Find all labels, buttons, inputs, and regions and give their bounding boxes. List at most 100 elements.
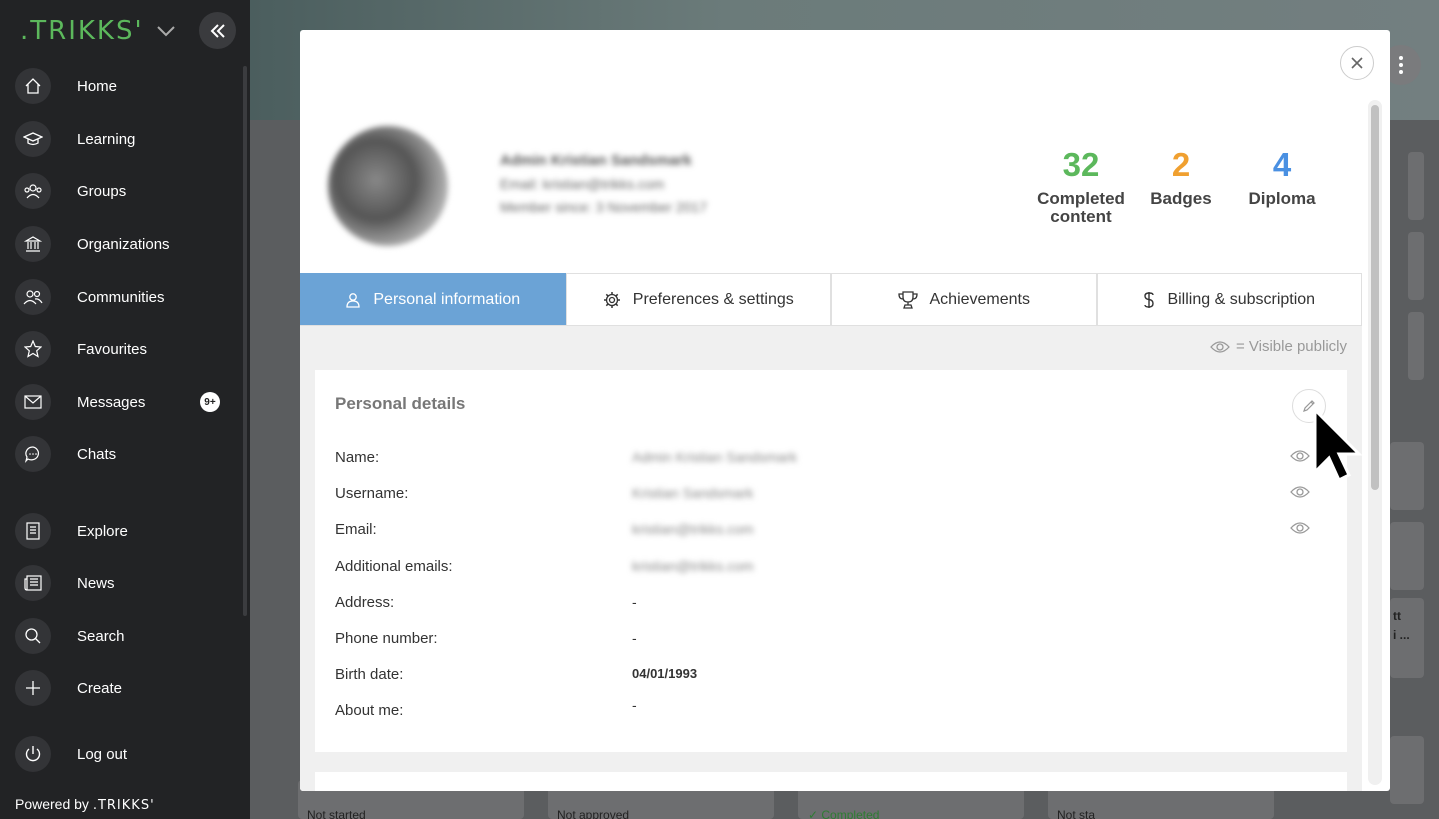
chat-bubble-icon xyxy=(15,436,51,472)
search-icon xyxy=(15,618,51,654)
tab-personal-information[interactable]: Personal information xyxy=(300,273,566,325)
profile-name: Admin Kristian Sandsmark xyxy=(500,152,692,169)
graduation-cap-icon xyxy=(15,121,51,157)
detail-value: - xyxy=(632,630,637,646)
trophy-icon xyxy=(897,290,918,309)
status-text: ✓ Completed xyxy=(808,808,880,819)
sidebar-item-create[interactable]: Create xyxy=(0,668,250,708)
stat-label: Badges xyxy=(1150,189,1212,208)
sidebar-item-label: Learning xyxy=(77,130,136,148)
sidebar-item-communities[interactable]: Communities xyxy=(0,277,250,317)
detail-row-additional-emails: Additional emails: kristian@trikks.com xyxy=(335,558,1335,578)
detail-row-address: Address: - xyxy=(335,594,1335,614)
sidebar-item-label: Favourites xyxy=(77,340,148,358)
background-card xyxy=(1408,312,1424,380)
detail-row-email: Email: kristian@trikks.com xyxy=(335,521,1335,541)
modal-scrollbar[interactable] xyxy=(1368,100,1382,785)
sidebar-item-label: Create xyxy=(77,679,123,697)
detail-value: kristian@trikks.com xyxy=(632,558,754,574)
detail-row-phone-number: Phone number: - xyxy=(335,630,1335,650)
sidebar-item-messages[interactable]: Messages 9+ xyxy=(0,382,250,422)
collapse-sidebar-button[interactable] xyxy=(199,12,236,49)
newspaper-icon xyxy=(15,565,51,601)
sidebar-item-label: Explore xyxy=(77,522,128,540)
sidebar-item-favourites[interactable]: Favourites xyxy=(0,329,250,369)
eye-icon[interactable] xyxy=(1290,485,1310,503)
sidebar-item-label: Messages xyxy=(77,393,146,411)
communities-icon xyxy=(15,279,51,315)
trikks-logo[interactable]: .TRIKKS' xyxy=(20,16,144,46)
background-card xyxy=(1390,522,1424,590)
detail-label: Phone number: xyxy=(335,630,438,647)
sidebar-item-organizations[interactable]: Organizations xyxy=(0,224,250,264)
detail-value: - xyxy=(632,594,637,610)
trikks-small-logo[interactable]: .TRIKKS' xyxy=(93,798,155,813)
tab-achievements[interactable]: Achievements xyxy=(831,273,1097,325)
sidebar-item-explore[interactable]: Explore xyxy=(0,511,250,551)
personal-details-panel: Personal details Name: Admin Kristian Sa… xyxy=(315,370,1347,752)
detail-value: Kristian Sandsmark xyxy=(632,485,754,501)
profile-member-since: Member since: 3 November 2017 xyxy=(500,199,707,215)
close-icon xyxy=(1351,57,1363,69)
detail-value: Admin Kristian Sandsmark xyxy=(632,449,797,465)
sidebar-item-label: Log out xyxy=(77,745,128,763)
sidebar-item-search[interactable]: Search xyxy=(0,616,250,656)
sidebar-item-news[interactable]: News xyxy=(0,563,250,603)
sidebar-item-home[interactable]: Home xyxy=(0,66,250,106)
eye-icon[interactable] xyxy=(1290,449,1310,467)
detail-value: - xyxy=(632,697,637,713)
detail-row-name: Name: Admin Kristian Sandsmark xyxy=(335,449,1335,469)
status-text: Not started xyxy=(307,808,366,819)
sidebar-item-groups[interactable]: Groups xyxy=(0,171,250,211)
detail-row-about-me: About me: - xyxy=(335,697,1335,722)
visibility-legend: = Visible publicly xyxy=(1210,338,1347,355)
section-title: Personal details xyxy=(335,394,466,413)
powered-by: Powered by .TRIKKS' xyxy=(15,796,155,813)
groups-icon xyxy=(15,173,51,209)
profile-modal: Admin Kristian Sandsmark Email: kristian… xyxy=(300,30,1390,791)
background-card xyxy=(1408,232,1424,300)
stat-completed-content: 32 Completed content xyxy=(1028,146,1134,226)
user-icon xyxy=(346,292,361,308)
envelope-icon xyxy=(15,384,51,420)
bank-icon xyxy=(15,226,51,262)
dollar-icon xyxy=(1144,291,1155,308)
background-card xyxy=(1390,736,1424,804)
sidebar-item-label: Search xyxy=(77,627,125,645)
stat-label: Diploma xyxy=(1248,189,1316,208)
sidebar-item-learning[interactable]: Learning xyxy=(0,119,250,159)
next-section-panel xyxy=(315,772,1347,791)
tab-content: = Visible publicly Personal details Name… xyxy=(300,326,1362,791)
background-card-text: i ... xyxy=(1393,628,1410,642)
stat-value: 4 xyxy=(1272,146,1292,183)
status-text: Not approved xyxy=(557,808,630,819)
detail-value: kristian@trikks.com xyxy=(632,521,754,537)
sidebar-item-chats[interactable]: Chats xyxy=(0,434,250,474)
eye-icon xyxy=(1210,340,1230,353)
tab-preferences-settings[interactable]: Preferences & settings xyxy=(565,273,831,325)
tab-label: Preferences & settings xyxy=(632,290,794,308)
profile-email: Email: kristian@trikks.com xyxy=(500,176,665,192)
detail-label: Address: xyxy=(335,594,395,611)
gear-icon xyxy=(603,291,620,308)
double-chevron-left-icon xyxy=(210,23,225,38)
detail-label: Additional emails: xyxy=(335,558,453,575)
stat-badges: 2 Badges xyxy=(1146,146,1216,208)
tab-label: Personal information xyxy=(373,290,521,308)
detail-label: Name: xyxy=(335,449,380,466)
background-card-text: tt xyxy=(1393,609,1401,623)
eye-icon[interactable] xyxy=(1290,521,1310,539)
sidebar-item-log-out[interactable]: Log out xyxy=(0,734,250,774)
tab-label: Achievements xyxy=(929,290,1031,308)
avatar[interactable] xyxy=(328,126,448,246)
sidebar-item-label: Chats xyxy=(77,445,117,463)
background-card xyxy=(1408,152,1424,220)
profile-tabs: Personal information Preferences & setti… xyxy=(300,273,1362,326)
scrollbar-thumb[interactable] xyxy=(1371,105,1379,490)
close-button[interactable] xyxy=(1340,46,1374,80)
stat-value: 2 xyxy=(1171,146,1191,183)
chevron-down-icon[interactable] xyxy=(154,20,178,42)
stat-diploma: 4 Diploma xyxy=(1242,146,1322,208)
detail-row-username: Username: Kristian Sandsmark xyxy=(335,485,1335,505)
tab-billing-subscription[interactable]: Billing & subscription xyxy=(1096,273,1362,325)
